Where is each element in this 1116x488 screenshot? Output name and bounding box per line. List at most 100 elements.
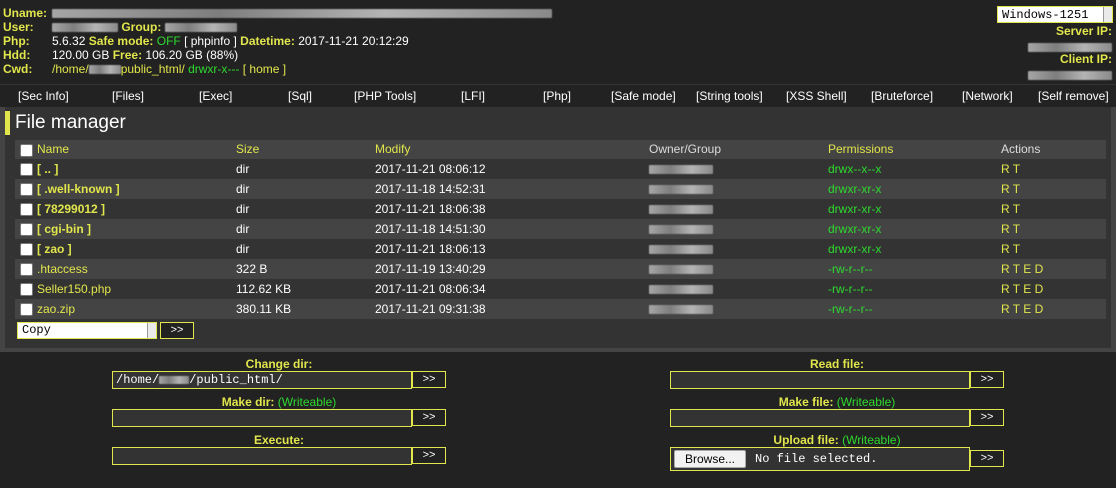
file-permissions[interactable]: drwxr-xr-x (828, 179, 881, 199)
file-actions[interactable]: R T (1001, 239, 1020, 259)
hdd-total: 120.00 GB (52, 48, 110, 62)
make-dir-writeable: (Writeable) (277, 395, 337, 409)
row-checkbox[interactable] (20, 263, 33, 276)
col-name[interactable]: Name (37, 140, 69, 159)
bulk-action-select[interactable]: Copy (17, 322, 157, 339)
home-link[interactable]: [ home ] (243, 62, 286, 76)
file-name[interactable]: [ cgi-bin ] (37, 219, 91, 239)
row-checkbox[interactable] (20, 163, 33, 176)
menu-php[interactable]: [Php] (543, 89, 571, 103)
file-name[interactable]: [ 78299012 ] (37, 199, 105, 219)
menu-sql[interactable]: [Sql] (288, 89, 312, 103)
row-checkbox[interactable] (20, 223, 33, 236)
row-checkbox[interactable] (20, 203, 33, 216)
row-checkbox[interactable] (20, 183, 33, 196)
file-permissions[interactable]: drwxr-xr-x (828, 199, 881, 219)
file-actions[interactable]: R T E D (1001, 299, 1043, 319)
cwd-path-suffix[interactable]: public_html/ (121, 62, 185, 76)
change-dir-user-redacted (159, 375, 190, 384)
execute-go-button[interactable]: >> (412, 447, 446, 464)
col-modify[interactable]: Modify (375, 140, 410, 159)
upload-go-button[interactable]: >> (970, 450, 1004, 467)
make-file-input[interactable] (670, 409, 970, 427)
file-name[interactable]: Seller150.php (37, 279, 111, 299)
table-row: [ zao ] dir 2017-11-21 18:06:13 drwxr-xr… (15, 239, 1106, 259)
col-permissions[interactable]: Permissions (828, 140, 893, 159)
datetime-value: 2017-11-21 20:12:29 (298, 34, 409, 48)
file-size: dir (236, 242, 250, 256)
menu-xss-shell[interactable]: [XSS Shell] (786, 89, 847, 103)
menu-exec[interactable]: [Exec] (199, 89, 232, 103)
file-name[interactable]: [ .well-known ] (37, 179, 120, 199)
table-row: [ 78299012 ] dir 2017-11-21 18:06:38 drw… (15, 199, 1106, 219)
tools-forms: Change dir: /home/ /public_html/ >> Make … (0, 352, 1116, 488)
menu-lfi[interactable]: [LFI] (461, 89, 485, 103)
file-permissions[interactable]: drwxr-xr-x (828, 219, 881, 239)
file-name[interactable]: [ zao ] (37, 239, 72, 259)
file-permissions[interactable]: drwxr-xr-x (828, 239, 881, 259)
file-name[interactable]: .htaccess (37, 259, 88, 279)
file-name[interactable]: zao.zip (37, 299, 75, 319)
cwd-path-prefix[interactable]: /home/ (52, 62, 89, 76)
server-ip-redacted (1028, 43, 1112, 53)
row-checkbox[interactable] (20, 303, 33, 316)
make-dir-go-button[interactable]: >> (412, 409, 446, 426)
owner-redacted (649, 185, 713, 195)
bulk-action-go-button[interactable]: >> (160, 322, 194, 339)
client-ip-label: Client IP: (1059, 52, 1112, 66)
file-permissions[interactable]: -rw-r--r-- (828, 299, 873, 319)
menu-string-tools[interactable]: [String tools] (696, 89, 763, 103)
file-table: Name Size Modify Owner/Group Permissions… (15, 140, 1106, 319)
charset-select[interactable]: Windows-1251 (997, 6, 1113, 23)
change-dir-input[interactable]: /home/ /public_html/ (112, 371, 412, 389)
phpinfo-link[interactable]: [ phpinfo ] (184, 34, 237, 48)
owner-redacted (649, 265, 713, 275)
file-actions[interactable]: R T E D (1001, 279, 1043, 299)
file-size: dir (236, 162, 250, 176)
file-actions[interactable]: R T E D (1001, 259, 1043, 279)
table-row: [ .. ] dir 2017-11-21 08:06:12 drwx--x--… (15, 159, 1106, 179)
file-permissions[interactable]: drwx--x--x (828, 159, 881, 179)
col-size[interactable]: Size (236, 140, 259, 159)
group-value-redacted (164, 23, 237, 33)
owner-redacted (649, 285, 713, 295)
file-actions[interactable]: R T (1001, 199, 1020, 219)
file-actions[interactable]: R T (1001, 179, 1020, 199)
server-info-header: Uname: User: Group: Php: 5.6.32 Safe mod… (0, 0, 1116, 84)
read-file-input[interactable] (670, 371, 970, 389)
menu-files[interactable]: [Files] (112, 89, 144, 103)
file-modified: 2017-11-21 09:31:38 (375, 302, 486, 316)
file-actions[interactable]: R T (1001, 219, 1020, 239)
file-manager-title: File manager (15, 112, 126, 133)
file-actions[interactable]: R T (1001, 159, 1020, 179)
owner-redacted (649, 225, 713, 235)
make-file-go-button[interactable]: >> (970, 409, 1004, 426)
php-label: Php: (3, 34, 30, 48)
row-checkbox[interactable] (20, 243, 33, 256)
file-modified: 2017-11-18 14:52:31 (375, 182, 486, 196)
upload-file-input[interactable]: Browse... No file selected. (670, 447, 970, 471)
change-dir-go-button[interactable]: >> (412, 371, 446, 388)
row-checkbox[interactable] (20, 283, 33, 296)
menu-php-tools[interactable]: [PHP Tools] (354, 89, 416, 103)
file-permissions[interactable]: -rw-r--r-- (828, 259, 873, 279)
browse-button[interactable]: Browse... (674, 450, 746, 468)
menu-network[interactable]: [Network] (962, 89, 1013, 103)
file-name[interactable]: [ .. ] (37, 159, 58, 179)
menu-bruteforce[interactable]: [Bruteforce] (871, 89, 933, 103)
dropdown-arrow-icon (147, 323, 156, 338)
change-dir-suffix: /public_html/ (189, 373, 283, 387)
cwd-user-redacted (88, 65, 121, 75)
file-size: 380.11 KB (236, 302, 292, 316)
execute-input[interactable] (112, 447, 412, 465)
menu-safe-mode[interactable]: [Safe mode] (611, 89, 676, 103)
owner-redacted (649, 305, 713, 315)
make-dir-input[interactable] (112, 409, 412, 427)
menu-sec-info[interactable]: [Sec Info] (18, 89, 69, 103)
select-all-checkbox[interactable] (20, 144, 33, 157)
read-file-go-button[interactable]: >> (970, 371, 1004, 388)
file-permissions[interactable]: -rw-r--r-- (828, 279, 873, 299)
menu-self-remove[interactable]: [Self remove] (1038, 89, 1109, 103)
file-modified: 2017-11-21 08:06:34 (375, 282, 486, 296)
upload-file-label-text: Upload file: (773, 433, 839, 447)
